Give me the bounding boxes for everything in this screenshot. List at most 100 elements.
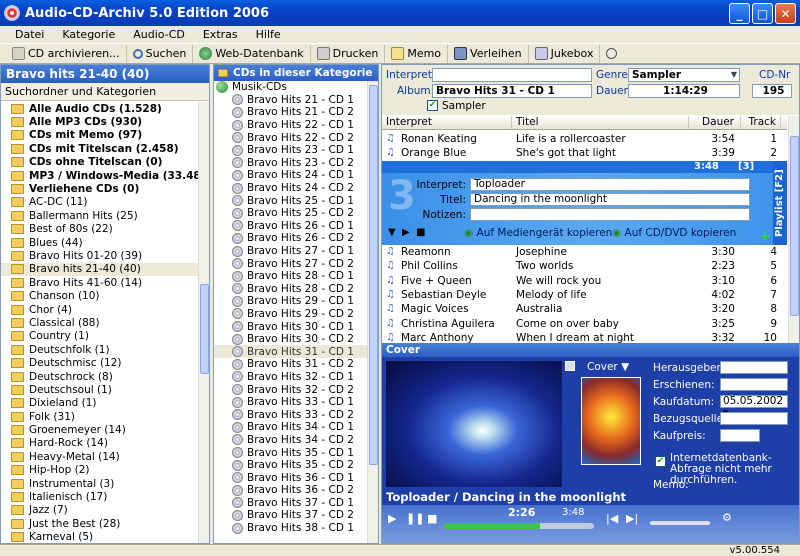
- col-titel[interactable]: Titel: [512, 116, 689, 129]
- category-item[interactable]: Deutschfolk (1): [1, 343, 199, 356]
- cd-list-item[interactable]: Bravo Hits 24 - CD 2: [214, 182, 368, 195]
- cd-list-item[interactable]: Bravo Hits 27 - CD 1: [214, 245, 368, 258]
- menu-hilfe[interactable]: Hilfe: [247, 28, 290, 41]
- web-database-button[interactable]: Web-Datenbank: [193, 44, 311, 63]
- minimize-button[interactable]: _: [729, 3, 750, 24]
- copy-cd-button[interactable]: ◉ Auf CD/DVD kopieren: [612, 227, 736, 239]
- screen-icon[interactable]: [565, 361, 575, 371]
- stop-icon[interactable]: ■: [416, 227, 425, 238]
- cd-list-item[interactable]: Bravo Hits 36 - CD 2: [214, 484, 368, 497]
- category-item[interactable]: Just the Best (28): [1, 517, 199, 530]
- category-item[interactable]: Karneval (5): [1, 531, 199, 543]
- track-row[interactable]: ♫ Five + Queen We will rock you 3:10 6: [382, 274, 787, 288]
- lend-button[interactable]: Verleihen: [448, 44, 529, 63]
- cd-list-item[interactable]: Bravo Hits 37 - CD 1: [214, 497, 368, 510]
- category-item[interactable]: Heavy-Metal (14): [1, 450, 199, 463]
- print-button[interactable]: Drucken: [311, 44, 386, 63]
- cd-list-item[interactable]: Bravo Hits 22 - CD 2: [214, 131, 368, 144]
- play-icon[interactable]: ▶: [388, 512, 396, 525]
- volume-slider[interactable]: [650, 521, 710, 525]
- track-row[interactable]: ♫ Ronan Keating Life is a rollercoaster 3:5…: [382, 132, 787, 146]
- cd-list-item[interactable]: Bravo Hits 37 - CD 2: [214, 509, 368, 522]
- category-item[interactable]: Folk (31): [1, 410, 199, 423]
- col-interpret[interactable]: Interpret: [382, 116, 512, 129]
- track-scrollbar[interactable]: [788, 116, 799, 343]
- cd-list-item[interactable]: Bravo Hits 26 - CD 2: [214, 232, 368, 245]
- menu-audio-cd[interactable]: Audio-CD: [124, 28, 194, 41]
- cd-list-item[interactable]: Bravo Hits 23 - CD 1: [214, 144, 368, 157]
- buydate-field[interactable]: 05.05.2002 ▼: [720, 395, 788, 417]
- sampler-checkbox[interactable]: ✔: [427, 100, 438, 111]
- category-item[interactable]: Classical (88): [1, 316, 199, 329]
- album-field[interactable]: Bravo Hits 31 - CD 1: [432, 84, 592, 98]
- genre-select[interactable]: Sampler ▼: [628, 68, 740, 82]
- cd-list-item[interactable]: Bravo Hits 25 - CD 1: [214, 194, 368, 207]
- search-folder-item[interactable]: MP3 / Windows-Media (33.482): [1, 169, 199, 182]
- cd-list-item[interactable]: Bravo Hits 30 - CD 1: [214, 320, 368, 333]
- jukebox-button[interactable]: Jukebox: [529, 44, 601, 63]
- category-item[interactable]: Jazz (7): [1, 504, 199, 517]
- cd-list-item[interactable]: Bravo Hits 31 - CD 1: [214, 345, 368, 359]
- search-folder-item[interactable]: CDs mit Titelscan (2.458): [1, 142, 199, 155]
- cd-list-item[interactable]: Bravo Hits 29 - CD 2: [214, 308, 368, 321]
- category-item[interactable]: Ballermann Hits (25): [1, 209, 199, 222]
- cd-list-item[interactable]: Bravo Hits 36 - CD 1: [214, 471, 368, 484]
- about-button[interactable]: [600, 45, 626, 63]
- search-folder-item[interactable]: Verliehene CDs (0): [1, 182, 199, 195]
- archive-cd-button[interactable]: CD archivieren...: [6, 44, 127, 63]
- play-icon[interactable]: ▶: [402, 227, 410, 238]
- category-item[interactable]: Best of 80s (22): [1, 223, 199, 236]
- cd-list-item[interactable]: Bravo Hits 34 - CD 2: [214, 434, 368, 447]
- category-item[interactable]: Chanson (10): [1, 289, 199, 302]
- interpret-field[interactable]: [432, 68, 592, 82]
- menu-kategorie[interactable]: Kategorie: [53, 28, 124, 41]
- close-button[interactable]: ✕: [775, 3, 796, 24]
- track-row[interactable]: ♫ Reamonn Josephine 3:30 4: [382, 245, 787, 259]
- cd-list-item[interactable]: Bravo Hits 23 - CD 2: [214, 157, 368, 170]
- category-item[interactable]: Chor (4): [1, 303, 199, 316]
- menu-extras[interactable]: Extras: [194, 28, 247, 41]
- progress-bar[interactable]: [444, 523, 594, 529]
- category-item[interactable]: Bravo Hits 01-20 (39): [1, 249, 199, 262]
- cd-list-item[interactable]: Bravo Hits 33 - CD 1: [214, 396, 368, 409]
- previous-track-icon[interactable]: |◀: [606, 512, 618, 525]
- cd-list-item[interactable]: Bravo Hits 32 - CD 1: [214, 371, 368, 384]
- cdnr-field[interactable]: 195: [752, 84, 792, 98]
- cd-list-item[interactable]: Bravo Hits 21 - CD 2: [214, 106, 368, 119]
- col-track[interactable]: Track: [741, 116, 781, 129]
- track-row[interactable]: ♫ Sebastian Deyle Melody of life 4:02 7: [382, 288, 787, 302]
- cd-list-item[interactable]: Bravo Hits 35 - CD 1: [214, 446, 368, 459]
- category-scrollbar[interactable]: [198, 102, 209, 543]
- publisher-field[interactable]: [720, 361, 788, 374]
- cd-list-item[interactable]: Bravo Hits 31 - CD 2: [214, 358, 368, 371]
- category-item[interactable]: Dixieland (1): [1, 397, 199, 410]
- stop-icon[interactable]: ■: [427, 512, 437, 525]
- search-folder-item[interactable]: Alle Audio CDs (1.528): [1, 102, 199, 115]
- cd-list-item[interactable]: Bravo Hits 29 - CD 1: [214, 295, 368, 308]
- cd-list-item[interactable]: Bravo Hits 38 - CD 1: [214, 522, 368, 535]
- category-item[interactable]: Bravo hits 21-40 (40): [1, 262, 199, 277]
- cd-list-item[interactable]: Bravo Hits 35 - CD 2: [214, 459, 368, 472]
- category-item[interactable]: Instrumental (3): [1, 477, 199, 490]
- copy-device-button[interactable]: ◉ Auf Mediengerät kopieren: [464, 227, 612, 239]
- music-cds-root[interactable]: Musik-CDs: [214, 81, 368, 94]
- next-track-icon[interactable]: ▶|: [626, 512, 638, 525]
- pause-icon[interactable]: ❚❚: [406, 512, 424, 525]
- col-dauer[interactable]: Dauer: [689, 116, 741, 129]
- player-interpret-field[interactable]: Toploader: [470, 178, 750, 191]
- track-row[interactable]: ♫ Magic Voices Australia 3:20 8: [382, 302, 787, 316]
- search-folder-item[interactable]: CDs mit Memo (97): [1, 129, 199, 142]
- add-playlist-icon[interactable]: +: [760, 229, 770, 243]
- cd-list-item[interactable]: Bravo Hits 34 - CD 1: [214, 421, 368, 434]
- maximize-button[interactable]: □: [752, 3, 773, 24]
- category-item[interactable]: AC-DC (11): [1, 196, 199, 209]
- cover-dropdown[interactable]: Cover ▼: [587, 361, 629, 373]
- cd-list-scrollbar[interactable]: [367, 81, 378, 543]
- category-item[interactable]: Hard-Rock (14): [1, 437, 199, 450]
- cd-list-item[interactable]: Bravo Hits 32 - CD 2: [214, 383, 368, 396]
- track-row[interactable]: ♫ Christina Aguilera Come on over baby 3:25…: [382, 317, 787, 331]
- cd-list-item[interactable]: Bravo Hits 27 - CD 2: [214, 257, 368, 270]
- category-item[interactable]: Deutschrock (8): [1, 370, 199, 383]
- track-row[interactable]: ♫ Phil Collins Two worlds 2:23 5: [382, 259, 787, 273]
- cd-list-item[interactable]: Bravo Hits 33 - CD 2: [214, 408, 368, 421]
